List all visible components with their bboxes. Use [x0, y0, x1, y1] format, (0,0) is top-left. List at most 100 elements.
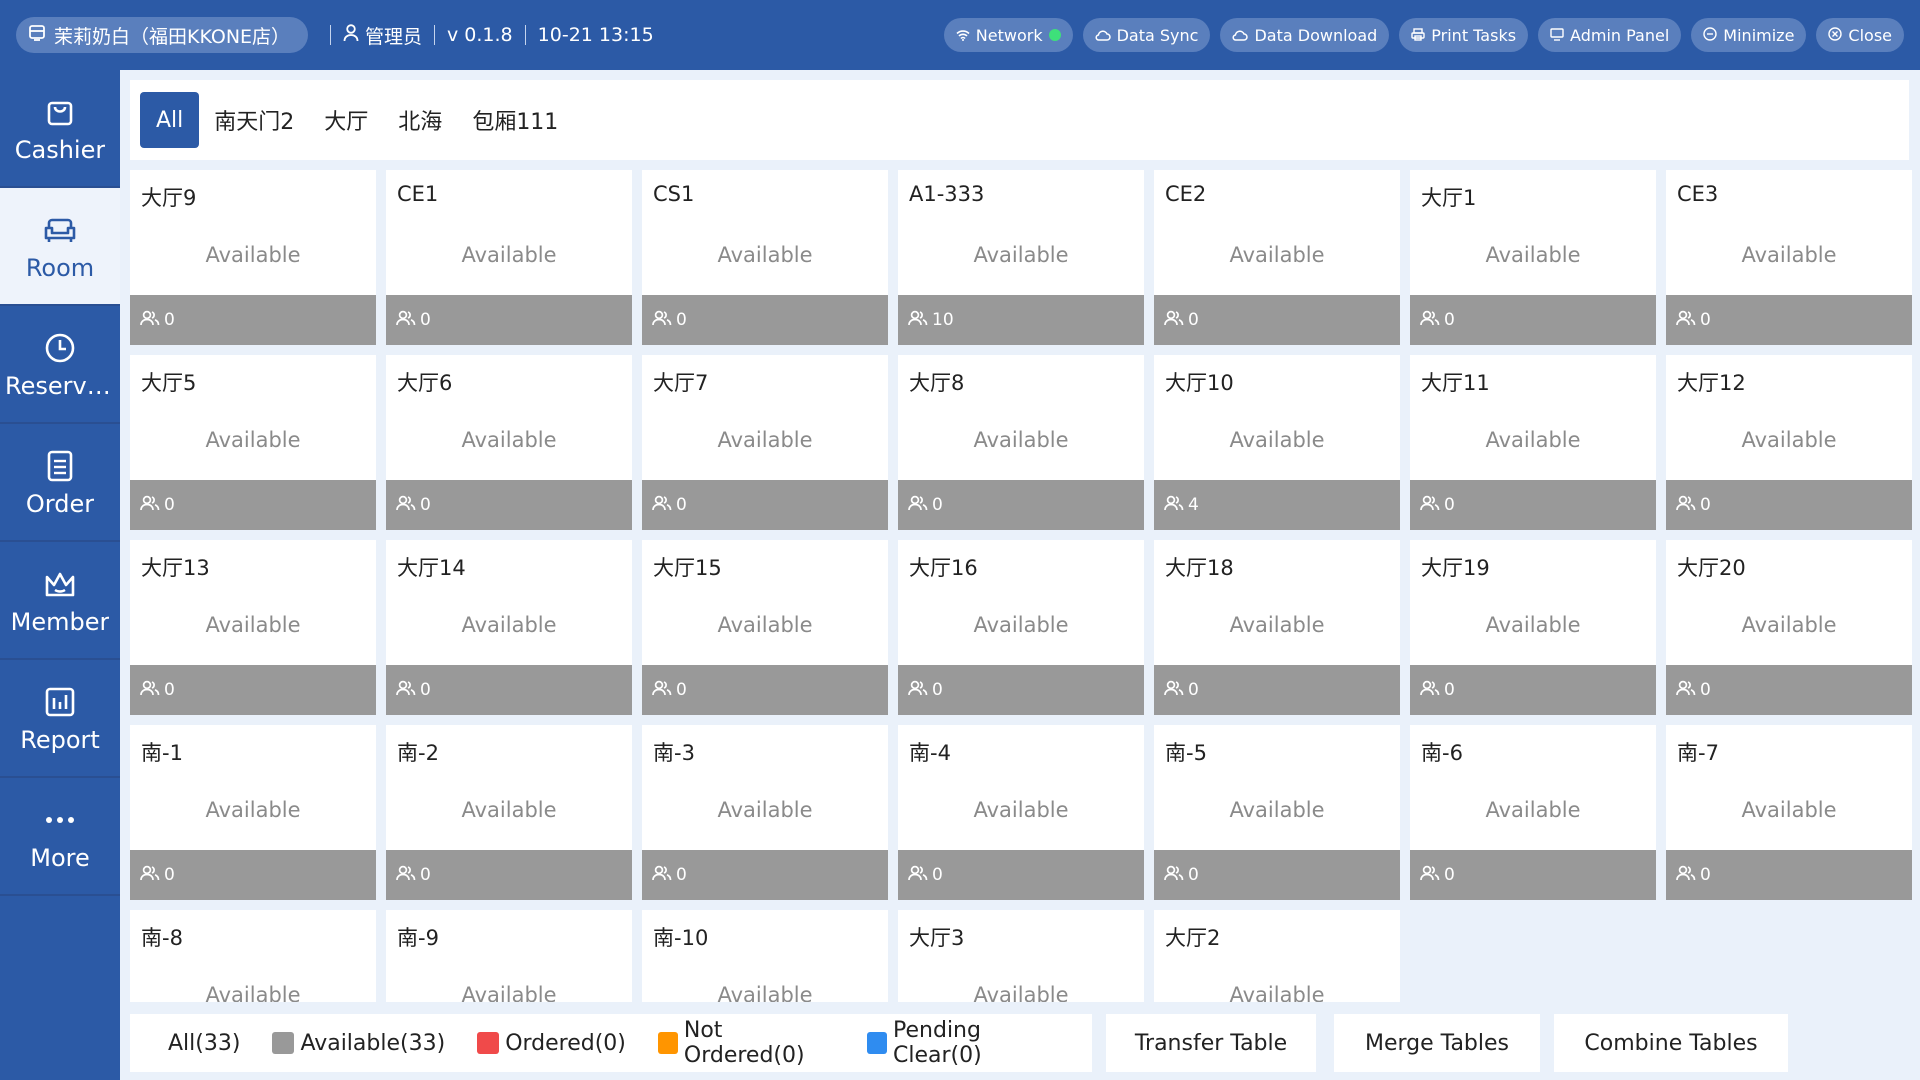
shopping-bag-icon — [44, 92, 76, 132]
legend-label: All(33) — [168, 1030, 241, 1056]
table-card[interactable]: 南-2 Available 0 — [386, 725, 632, 900]
table-card[interactable]: A1-333 Available 10 — [898, 170, 1144, 345]
table-card[interactable]: 大厅1 Available 0 — [1410, 170, 1656, 345]
table-card[interactable]: 大厅18 Available 0 — [1154, 540, 1400, 715]
table-card[interactable]: CS1 Available 0 — [642, 170, 888, 345]
table-status: Available — [973, 983, 1069, 1002]
table-card[interactable]: CE3 Available 0 — [1666, 170, 1912, 345]
table-card[interactable]: 大厅11 Available 0 — [1410, 355, 1656, 530]
guests-icon — [140, 680, 160, 701]
table-footer: 0 — [898, 850, 1144, 900]
guest-count: 0 — [1188, 310, 1199, 330]
combine-tables-button[interactable]: Combine Tables — [1554, 1014, 1788, 1072]
table-status: Available — [1229, 613, 1325, 637]
table-card[interactable]: 南-4 Available 0 — [898, 725, 1144, 900]
sidebar-item-reservation[interactable]: Reservation — [0, 306, 120, 424]
table-card[interactable]: 南-1 Available 0 — [130, 725, 376, 900]
guests-icon — [1676, 310, 1696, 331]
table-card[interactable]: 南-3 Available 0 — [642, 725, 888, 900]
filter-tab-all[interactable]: All — [140, 92, 200, 148]
table-card[interactable]: CE2 Available 0 — [1154, 170, 1400, 345]
legend-not-ordered[interactable]: Not Ordered(0) — [657, 1018, 835, 1068]
legend-all[interactable]: All(33) — [168, 1031, 240, 1056]
sidebar-item-report[interactable]: Report — [0, 660, 120, 778]
merge-tables-button[interactable]: Merge Tables — [1334, 1014, 1540, 1072]
minimize-button[interactable]: Minimize — [1691, 18, 1807, 52]
legend-ordered[interactable]: Ordered(0) — [477, 1031, 626, 1056]
table-name: 南-10 — [653, 926, 709, 950]
table-status: Available — [717, 428, 813, 452]
print-tasks-button[interactable]: Print Tasks — [1399, 18, 1529, 52]
table-name: CE2 — [1165, 182, 1207, 206]
sidebar-item-label: Cashier — [14, 136, 106, 164]
table-status: Available — [205, 983, 301, 1002]
guest-count: 10 — [932, 310, 954, 330]
table-card[interactable]: 南-5 Available 0 — [1154, 725, 1400, 900]
table-card[interactable]: 大厅5 Available 0 — [130, 355, 376, 530]
table-status: Available — [205, 243, 301, 267]
guest-count: 0 — [676, 680, 687, 700]
sidebar-item-label: Report — [20, 726, 100, 754]
filter-tab-area[interactable]: 北海 — [383, 92, 457, 148]
guest-count: 0 — [676, 865, 687, 885]
table-footer: 0 — [386, 665, 632, 715]
table-card[interactable]: 南-9Available0 — [386, 910, 632, 1002]
sidebar-item-order[interactable]: Order — [0, 424, 120, 542]
filter-tab-area[interactable]: 包厢111 — [457, 92, 573, 148]
table-card[interactable]: 大厅20 Available 0 — [1666, 540, 1912, 715]
table-footer: 0 — [1410, 665, 1656, 715]
guests-icon — [140, 865, 160, 886]
network-button[interactable]: Network — [943, 18, 1073, 52]
table-card[interactable]: 南-7 Available 0 — [1666, 725, 1912, 900]
table-name: 大厅12 — [1677, 371, 1746, 395]
table-status: Available — [973, 613, 1069, 637]
header-info: 管理员 v 0.1.8 10-21 13:15 — [318, 17, 654, 53]
table-card[interactable]: CE1 Available 0 — [386, 170, 632, 345]
table-card[interactable]: 大厅2Available0 — [1154, 910, 1400, 1002]
transfer-table-button[interactable]: Transfer Table — [1106, 1014, 1316, 1072]
data-sync-button[interactable]: Data Sync — [1082, 18, 1211, 52]
legend-available[interactable]: Available(33) — [272, 1031, 445, 1056]
guest-count: 0 — [1444, 680, 1455, 700]
admin-panel-button[interactable]: Admin Panel — [1538, 18, 1682, 52]
sidebar-item-more[interactable]: More — [0, 778, 120, 896]
table-card[interactable]: 南-6 Available 0 — [1410, 725, 1656, 900]
sidebar-item-member[interactable]: Member — [0, 542, 120, 660]
table-name: CS1 — [653, 182, 695, 206]
table-card[interactable]: 大厅19 Available 0 — [1410, 540, 1656, 715]
table-name: 大厅15 — [653, 556, 722, 580]
close-button[interactable]: Close — [1816, 18, 1904, 52]
table-card[interactable]: 大厅16 Available 0 — [898, 540, 1144, 715]
guests-icon — [908, 495, 928, 516]
sidebar-item-cashier[interactable]: Cashier — [0, 70, 120, 188]
table-footer: 0 — [1154, 295, 1400, 345]
table-card[interactable]: 大厅7 Available 0 — [642, 355, 888, 530]
table-status: Available — [1485, 613, 1581, 637]
table-card[interactable]: 大厅3Available0 — [898, 910, 1144, 1002]
store-selector[interactable]: 茉莉奶白（福田KKONE店） — [16, 17, 309, 53]
table-card[interactable]: 大厅13 Available 0 — [130, 540, 376, 715]
table-card[interactable]: 大厅8 Available 0 — [898, 355, 1144, 530]
table-card[interactable]: 大厅12 Available 0 — [1666, 355, 1912, 530]
guests-icon — [1420, 680, 1440, 701]
table-footer: 0 — [1666, 295, 1912, 345]
filter-tab-area[interactable]: 大厅 — [309, 92, 383, 148]
legend-pending-clear[interactable]: Pending Clear(0) — [867, 1018, 1060, 1068]
filter-tab-area[interactable]: 南天门2 — [199, 92, 309, 148]
guest-count: 0 — [676, 495, 687, 515]
table-footer: 0 — [130, 850, 376, 900]
table-card[interactable]: 大厅15 Available 0 — [642, 540, 888, 715]
sidebar-item-room[interactable]: Room — [0, 188, 120, 306]
sidebar: Cashier Room Reservation Order Member Re… — [0, 70, 120, 1080]
table-card[interactable]: 大厅14 Available 0 — [386, 540, 632, 715]
minimize-label: Minimize — [1723, 25, 1795, 45]
table-card[interactable]: 南-8Available0 — [130, 910, 376, 1002]
table-card[interactable]: 南-10Available0 — [642, 910, 888, 1002]
table-grid-scroll[interactable]: 大厅9 Available 0 CE1 Available 0 CS1 Available 0 A… — [130, 170, 1920, 1002]
table-card[interactable]: 大厅10 Available 4 — [1154, 355, 1400, 530]
data-download-button[interactable]: Data Download — [1220, 18, 1390, 52]
print-tasks-label: Print Tasks — [1431, 25, 1517, 45]
table-card[interactable]: 大厅6 Available 0 — [386, 355, 632, 530]
table-card[interactable]: 大厅9 Available 0 — [130, 170, 376, 345]
table-footer: 0 — [1666, 480, 1912, 530]
